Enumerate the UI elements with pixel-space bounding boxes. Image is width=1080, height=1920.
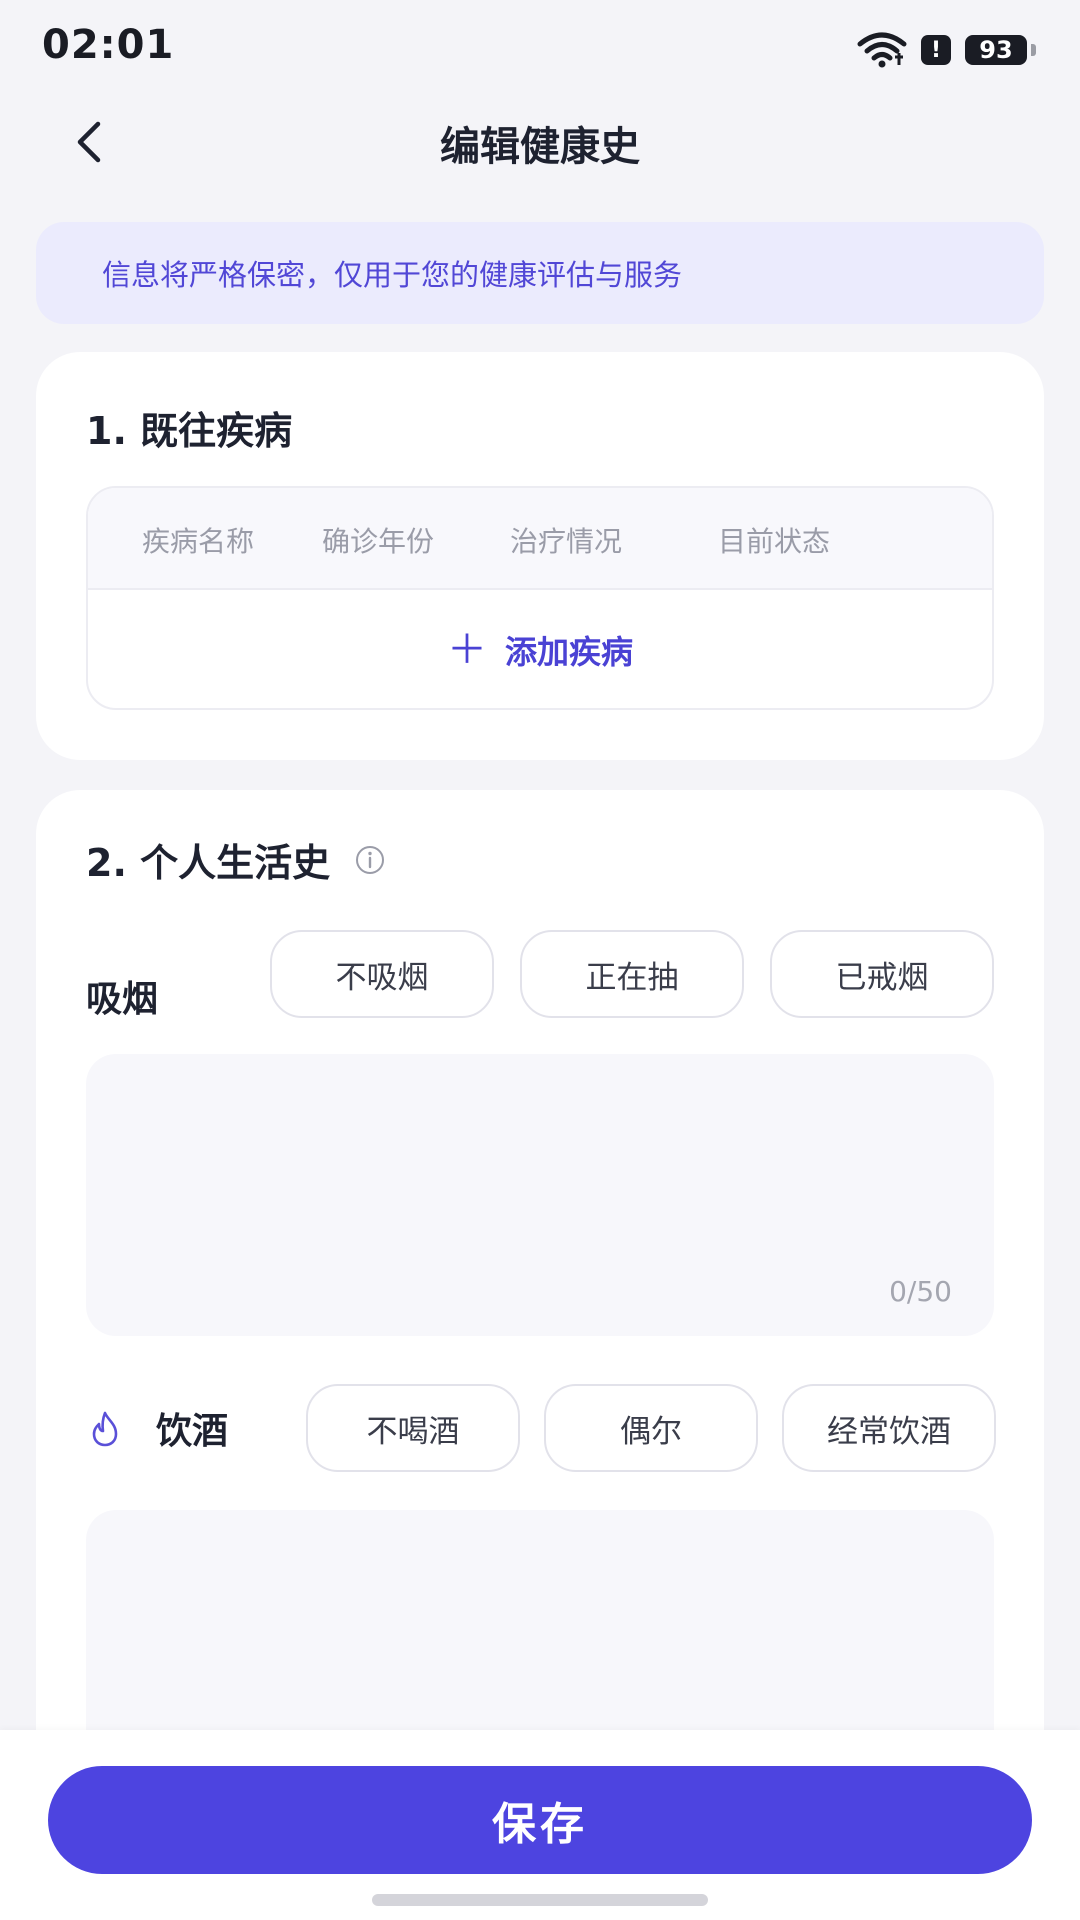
option-smoking-now[interactable]: 正在抽	[520, 930, 744, 1018]
option-no-drinking[interactable]: 不喝酒	[306, 1384, 520, 1472]
option-no-smoking[interactable]: 不吸烟	[270, 930, 494, 1018]
add-disease-label: 添加疾病	[504, 633, 633, 671]
add-disease-button[interactable]: ＋ 添加疾病	[88, 590, 992, 708]
edit-health-history-screen: 02:01 ! 93 编辑健康史 信息将严格保密，仅用于您的健康评估与服务 1.…	[0, 0, 1080, 1920]
flame-icon	[92, 1411, 118, 1447]
smoking-note-textarea[interactable]: 0/50	[86, 1054, 994, 1336]
status-bar: 02:01 ! 93	[0, 0, 1080, 100]
privacy-notice-text: 信息将严格保密，仅用于您的健康评估与服务	[102, 258, 683, 292]
page-title: 编辑健康史	[440, 124, 640, 170]
save-button[interactable]: 保存	[48, 1766, 1032, 1874]
bottom-bar: 保存	[0, 1730, 1080, 1920]
home-indicator	[372, 1894, 708, 1906]
smoking-label: 吸烟	[86, 979, 159, 1020]
alert-icon: !	[921, 35, 951, 65]
privacy-notice: 信息将严格保密，仅用于您的健康评估与服务	[36, 222, 1044, 324]
option-occasional-drinking[interactable]: 偶尔	[544, 1384, 758, 1472]
header: 编辑健康史	[0, 100, 1080, 180]
section-title-lifestyle-text: 2. 个人生活史	[86, 841, 331, 885]
option-frequent-drinking[interactable]: 经常饮酒	[782, 1384, 996, 1472]
status-icons: ! 93	[857, 30, 1036, 70]
wifi-icon	[857, 32, 907, 68]
battery-icon: 93	[965, 35, 1027, 65]
table-header: 疾病名称 确诊年份 治疗情况 目前状态	[88, 488, 992, 590]
column-header-diagnosis-year: 确诊年份	[322, 525, 435, 558]
battery-level: 93	[979, 36, 1013, 64]
column-header-current-status: 目前状态	[718, 525, 831, 558]
battery-cap	[1031, 44, 1036, 56]
section-title-lifestyle: 2. 个人生活史	[86, 832, 386, 887]
column-header-disease-name: 疾病名称	[142, 525, 255, 558]
drinking-label: 饮酒	[156, 1411, 229, 1452]
disease-table: 疾病名称 确诊年份 治疗情况 目前状态 ＋ 添加疾病	[86, 486, 994, 710]
past-diseases-card: 1. 既往疾病 疾病名称 确诊年份 治疗情况 目前状态 ＋ 添加疾病	[36, 352, 1044, 760]
plus-icon: ＋	[446, 627, 487, 673]
info-icon[interactable]	[354, 844, 386, 876]
status-time: 02:01	[42, 22, 175, 68]
section-title-past-diseases: 1. 既往疾病	[86, 409, 293, 453]
option-quit-smoking[interactable]: 已戒烟	[770, 930, 994, 1018]
smoking-char-counter: 0/50	[889, 1275, 952, 1308]
column-header-treatment: 治疗情况	[510, 525, 623, 558]
